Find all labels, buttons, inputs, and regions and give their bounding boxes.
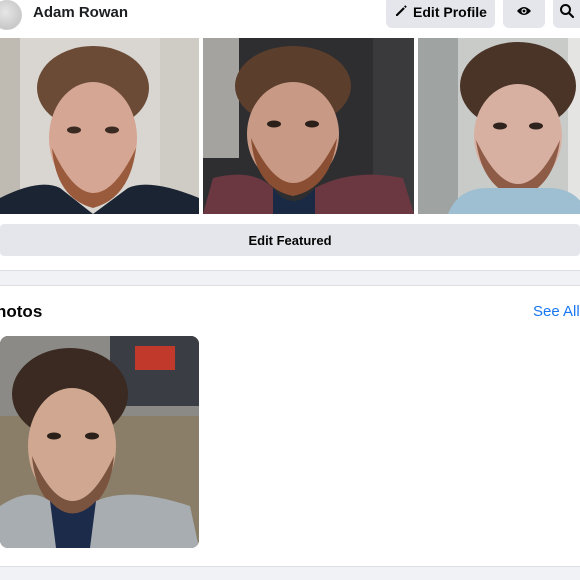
featured-photo-3[interactable] <box>418 38 580 214</box>
search-icon <box>559 3 575 22</box>
see-all-photos-link[interactable]: See All <box>533 303 580 320</box>
featured-photo-2[interactable] <box>203 38 414 214</box>
user-name[interactable]: Adam Rowan <box>33 4 128 21</box>
section-divider-bottom <box>0 566 580 580</box>
edit-featured-button[interactable]: Edit Featured <box>0 224 580 256</box>
edit-profile-button[interactable]: Edit Profile <box>386 0 495 28</box>
profile-header: Adam Rowan Edit Profile <box>0 0 580 36</box>
featured-photo-1[interactable] <box>0 38 199 214</box>
edit-profile-label: Edit Profile <box>413 4 487 20</box>
photo-thumbnail[interactable] <box>0 336 199 548</box>
eye-icon <box>516 4 532 20</box>
section-divider <box>0 270 580 286</box>
pencil-icon <box>394 4 408 21</box>
featured-photos <box>0 38 580 214</box>
photos-section-title: hotos <box>0 302 43 321</box>
search-button[interactable] <box>553 0 580 28</box>
view-as-button[interactable] <box>503 0 545 28</box>
avatar[interactable] <box>0 0 22 30</box>
